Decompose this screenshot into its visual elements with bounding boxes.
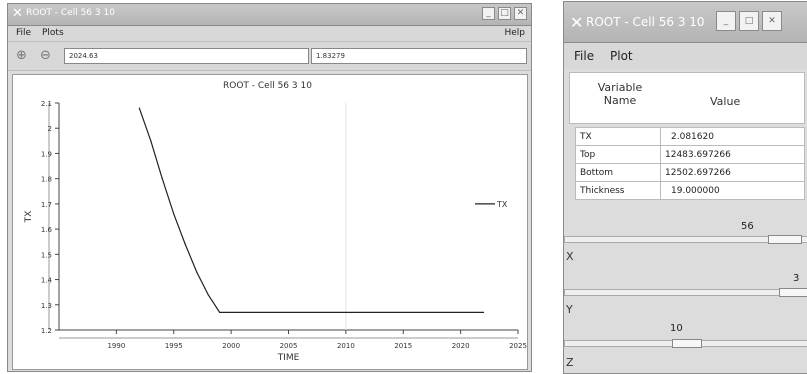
menu-plots[interactable]: Plots <box>42 28 64 38</box>
plot-window-title: ROOT - Cell 56 3 10 <box>26 8 115 18</box>
plot-window: ✕ ROOT - Cell 56 3 10 _ □ ✕ File Plots H… <box>7 3 532 372</box>
y-tick-label: 1.6 <box>41 226 53 234</box>
data-point <box>161 178 163 180</box>
variables-window-title: ROOT - Cell 56 3 10 <box>586 15 705 29</box>
z-slider[interactable] <box>564 339 807 348</box>
z-slider-thumb[interactable] <box>672 339 702 348</box>
line-chart: 1.2 1.3 1.4 1.5 1.6 1.7 1.8 1.9 2 2.1 1990 1995 2000… <box>24 100 527 363</box>
y-slider-label: Y <box>566 303 573 316</box>
y-slider[interactable] <box>564 288 807 297</box>
plot-toolbar: ⊕ ⊖ 2024.63 1.83279 <box>8 42 531 71</box>
header-variable-name: Variable Name <box>597 81 643 107</box>
x-slider[interactable] <box>564 235 807 244</box>
x-axis-label: TIME <box>277 353 300 363</box>
x-tick-label: 2015 <box>394 342 412 350</box>
x-slider-thumb[interactable] <box>767 235 802 244</box>
row-name: Bottom <box>575 163 661 182</box>
x-tick-label: 2020 <box>452 342 470 350</box>
row-value: 19.000000 <box>660 181 805 200</box>
zoom-in-icon[interactable]: ⊕ <box>16 48 27 63</box>
close-button[interactable]: ✕ <box>762 11 782 31</box>
data-point <box>196 271 198 273</box>
minimize-button[interactable]: _ <box>716 11 736 31</box>
y-tick-label: 2 <box>48 125 52 133</box>
y-tick-label: 1.2 <box>41 327 52 335</box>
y-tick-label: 1.3 <box>41 302 52 310</box>
x-tick-label: 1990 <box>107 342 125 350</box>
row-value: 12502.697266 <box>660 163 805 182</box>
series-line-tx <box>138 107 484 313</box>
x-logo-icon: ✕ <box>570 13 584 32</box>
x-tick-label: 1995 <box>165 342 183 350</box>
y-tick-label: 1.8 <box>41 176 52 184</box>
y-slider-thumb[interactable] <box>779 288 807 297</box>
x-tick-label: 2010 <box>337 342 355 350</box>
x-slider-value: 56 <box>741 221 754 232</box>
y-tick-label: 1.9 <box>41 150 52 158</box>
variables-window: ✕ ROOT - Cell 56 3 10 _ □ ✕ File Plot Va… <box>563 1 807 374</box>
maximize-button[interactable]: □ <box>739 11 759 31</box>
z-slider-value: 10 <box>670 323 683 334</box>
close-button[interactable]: ✕ <box>514 7 527 20</box>
plot-window-titlebar[interactable]: ✕ ROOT - Cell 56 3 10 _ □ ✕ <box>8 4 531 26</box>
x-slider-label: X <box>566 250 574 263</box>
y-slider-value: 3 <box>793 273 800 284</box>
row-name: Top <box>575 145 661 164</box>
maximize-button[interactable]: □ <box>498 7 511 20</box>
header-value: Value <box>710 95 741 108</box>
data-point <box>482 311 485 313</box>
row-name: TX <box>575 127 661 146</box>
data-point <box>207 294 209 296</box>
menu-help[interactable]: Help <box>504 28 525 38</box>
y-axis-label: TX <box>24 211 34 224</box>
zoom-out-icon[interactable]: ⊖ <box>40 48 51 63</box>
x-tick-label: 2005 <box>280 342 298 350</box>
y-tick-label: 1.4 <box>41 277 53 285</box>
x-logo-icon: ✕ <box>12 6 23 21</box>
menu-file[interactable]: File <box>16 28 31 38</box>
menu-file[interactable]: File <box>574 49 594 63</box>
variables-menubar: File Plot <box>564 43 807 69</box>
table-row: TX 2.081620 <box>575 127 805 146</box>
plot-area[interactable]: ROOT - Cell 56 3 10 1.2 1.3 1.4 1.5 1.6 1.7 1.… <box>12 74 528 370</box>
row-name: Thickness <box>575 181 661 200</box>
data-point <box>173 213 175 215</box>
y-tick-label: 1.5 <box>41 251 52 259</box>
y-coordinate-readout: 1.83279 <box>311 48 527 64</box>
table-row: Thickness 19.000000 <box>575 181 805 200</box>
table-row: Bottom 12502.697266 <box>575 163 805 182</box>
variables-table: TX 2.081620 Top 12483.697266 Bottom 1250… <box>575 127 805 200</box>
data-point <box>150 140 152 142</box>
z-slider-label: Z <box>566 356 574 369</box>
menu-plot[interactable]: Plot <box>610 49 633 63</box>
row-value: 12483.697266 <box>660 145 805 164</box>
legend-label: TX <box>496 200 508 209</box>
table-row: Top 12483.697266 <box>575 145 805 164</box>
data-point <box>184 243 186 245</box>
x-tick-label: 2025 <box>509 342 527 350</box>
x-tick-label: 2000 <box>222 342 240 350</box>
variables-window-titlebar[interactable]: ✕ ROOT - Cell 56 3 10 _ □ ✕ <box>564 2 807 43</box>
data-point <box>219 311 221 313</box>
plot-menubar: File Plots Help <box>8 26 531 42</box>
row-value: 2.081620 <box>660 127 805 146</box>
data-point <box>138 107 140 109</box>
y-tick-label: 2.1 <box>41 100 52 108</box>
y-tick-label: 1.7 <box>41 201 52 209</box>
table-header: Variable Name Value <box>569 72 805 124</box>
minimize-button[interactable]: _ <box>482 7 495 20</box>
x-coordinate-readout: 2024.63 <box>64 48 309 64</box>
